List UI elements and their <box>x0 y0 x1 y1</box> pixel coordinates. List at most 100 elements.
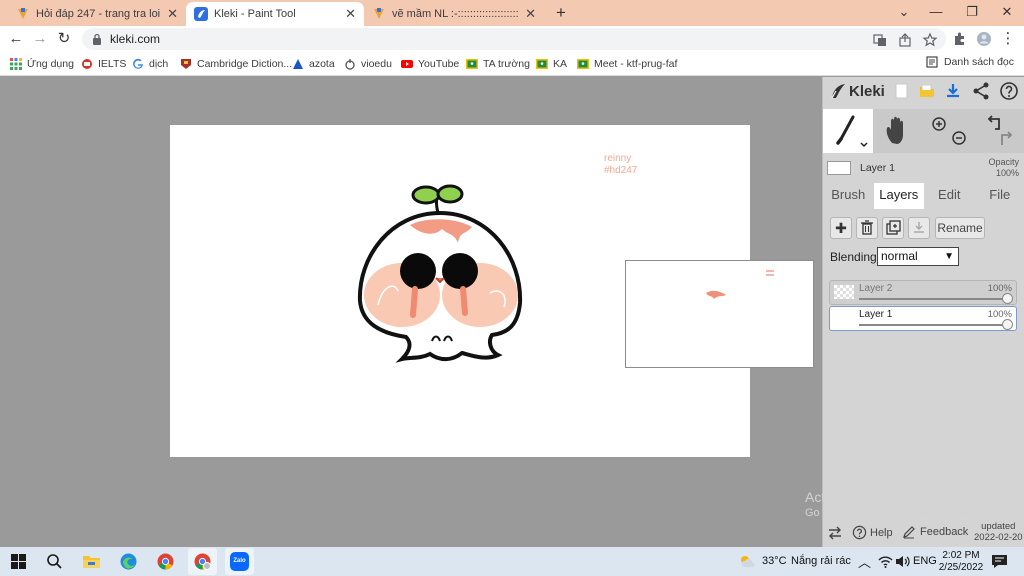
extensions-puzzle-icon[interactable] <box>952 31 968 47</box>
clock-date: 2/25/2022 <box>938 562 984 573</box>
rename-layer-button[interactable]: Rename <box>935 217 985 239</box>
share-icon[interactable] <box>897 32 913 48</box>
navigator-preview[interactable] <box>625 260 814 368</box>
close-icon[interactable]: ✕ <box>525 6 536 22</box>
feedback-link[interactable]: Feedback <box>902 525 968 539</box>
opacity-value: 100% <box>995 168 1019 178</box>
bookmark-star-icon[interactable] <box>922 32 938 48</box>
url-text: kleki.com <box>110 32 161 46</box>
reading-list-button[interactable]: Danh sách đọc <box>926 56 1014 68</box>
taskbar-clock[interactable]: 2:02 PM 2/25/2022 <box>936 550 986 574</box>
opacity-label: Opacity <box>988 157 1019 167</box>
zoom-buttons <box>923 109 973 153</box>
download-icon[interactable] <box>943 81 963 101</box>
close-icon[interactable]: ✕ <box>167 6 178 22</box>
layer-thumbnail <box>834 311 854 325</box>
help-icon[interactable] <box>999 81 1019 101</box>
merge-layer-button[interactable] <box>908 217 930 239</box>
chrome-profile-icon[interactable] <box>193 552 212 571</box>
updated-label: updated <box>981 521 1016 532</box>
window-close-button[interactable]: ✕ <box>996 2 1018 22</box>
layers-panel: ✚ Rename Blending normal ▼ Layer 2 100% … <box>823 209 1024 331</box>
profile-avatar-icon[interactable] <box>976 31 992 47</box>
classroom-icon <box>466 59 478 69</box>
bookmark-meet[interactable]: Meet - ktf-prug-faf <box>577 56 677 72</box>
new-tab-button[interactable]: + <box>552 4 570 22</box>
layer-item-layer-1[interactable]: Layer 1 100% <box>829 306 1017 331</box>
close-icon[interactable]: ✕ <box>345 6 356 22</box>
tab-edit[interactable]: Edit <box>924 183 975 209</box>
blending-mode-value: normal <box>881 249 918 263</box>
bookmark-youtube[interactable]: YouTube <box>401 56 459 72</box>
layer-opacity-handle[interactable] <box>1002 293 1013 304</box>
kleki-logo-text: Kleki <box>849 82 885 100</box>
tab-search-chevron-icon[interactable]: ⌄ <box>893 2 915 22</box>
open-folder-icon[interactable] <box>917 81 937 101</box>
file-explorer-icon[interactable] <box>82 552 101 571</box>
weather-temperature[interactable]: 33°C <box>762 555 787 567</box>
help-link[interactable]: Help <box>852 525 893 540</box>
add-layer-button[interactable]: ✚ <box>830 217 852 239</box>
edge-browser-icon[interactable] <box>119 552 138 571</box>
tab-file[interactable]: File <box>975 183 1024 209</box>
layer-opacity-handle[interactable] <box>1002 319 1013 330</box>
layer-name: Layer 1 <box>859 309 893 320</box>
classroom-icon <box>536 59 548 69</box>
blending-mode-select[interactable]: normal ▼ <box>877 247 959 266</box>
bookmark-ielts[interactable]: IELTS <box>81 56 126 72</box>
new-image-icon[interactable] <box>891 81 911 101</box>
zoom-in-out-icon[interactable] <box>923 109 973 153</box>
duplicate-layer-button[interactable] <box>882 217 904 239</box>
speaker-icon[interactable] <box>893 552 912 571</box>
browser-menu-icon[interactable]: ⋮ <box>998 29 1018 49</box>
hand-tool-button[interactable] <box>873 109 923 153</box>
bookmark-label: azota <box>309 58 335 70</box>
current-layer-name: Layer 1 <box>860 162 896 174</box>
input-language[interactable]: ENG <box>913 555 937 567</box>
zalo-app-icon[interactable]: Zalo <box>230 552 249 571</box>
lock-icon <box>93 33 101 45</box>
layer-item-layer-2[interactable]: Layer 2 100% <box>829 280 1017 305</box>
notification-icon[interactable] <box>990 552 1009 571</box>
tab-brush[interactable]: Brush <box>823 183 874 209</box>
swap-arrows-icon[interactable] <box>827 525 843 541</box>
brush-icon <box>836 115 868 148</box>
tab-kleki[interactable]: Kleki - Paint Tool ✕ <box>186 2 364 26</box>
search-icon[interactable] <box>45 552 64 571</box>
brush-tool-button[interactable] <box>823 109 873 153</box>
tab-hoidap[interactable]: Hỏi đáp 247 - trang tra loi ✕ <box>8 2 186 26</box>
address-bar[interactable]: kleki.com <box>82 28 946 50</box>
bookmark-label: KA <box>553 58 568 70</box>
share-nodes-icon[interactable] <box>971 81 991 101</box>
bookmark-vioedu[interactable]: vioedu <box>344 56 392 72</box>
weather-sun-cloud-icon[interactable] <box>738 552 757 571</box>
forward-button[interactable]: → <box>30 29 50 49</box>
translate-icon[interactable] <box>872 32 888 48</box>
layer-opacity-track[interactable] <box>859 298 1008 300</box>
current-layer-indicator[interactable]: Layer 1 Opacity 100% <box>823 157 1024 179</box>
azota-icon <box>293 59 303 69</box>
reload-button[interactable]: ↻ <box>54 29 74 49</box>
delete-layer-button[interactable] <box>856 217 878 239</box>
bookmark-ta-truong[interactable]: TA trường <box>466 56 530 72</box>
bookmark-ka[interactable]: KA <box>536 56 567 72</box>
undo-redo-icon[interactable] <box>973 109 1023 153</box>
bookmark-apps[interactable]: Ứng dụng <box>10 56 74 72</box>
kleki-logo-icon <box>831 84 845 99</box>
weather-description[interactable]: Nắng rải rác <box>791 555 851 567</box>
bookmark-cambridge[interactable]: Cambridge Diction... <box>180 56 292 72</box>
tab-ve-mam[interactable]: vẽ mầm NL :-::::::::::::::::::::::: cl ✕ <box>364 2 544 26</box>
tab-layers[interactable]: Layers <box>873 183 924 209</box>
back-button[interactable]: ← <box>6 29 26 49</box>
restore-button[interactable]: ❐ <box>961 2 983 22</box>
minimize-button[interactable]: — <box>925 2 947 22</box>
hoidap-favicon <box>18 8 28 19</box>
canvas-workspace[interactable]: reinny #hd247 <box>0 77 822 547</box>
bookmark-dich[interactable]: dịch <box>132 56 168 72</box>
windows-start-icon[interactable] <box>9 552 28 571</box>
chrome-icon[interactable] <box>156 552 175 571</box>
chevron-up-icon[interactable]: ︿ <box>858 552 871 571</box>
layer-opacity-track[interactable] <box>859 324 1008 326</box>
activate-windows-watermark: Activate Windows Go to Settings to activ… <box>805 489 979 521</box>
bookmark-azota[interactable]: azota <box>292 56 335 72</box>
